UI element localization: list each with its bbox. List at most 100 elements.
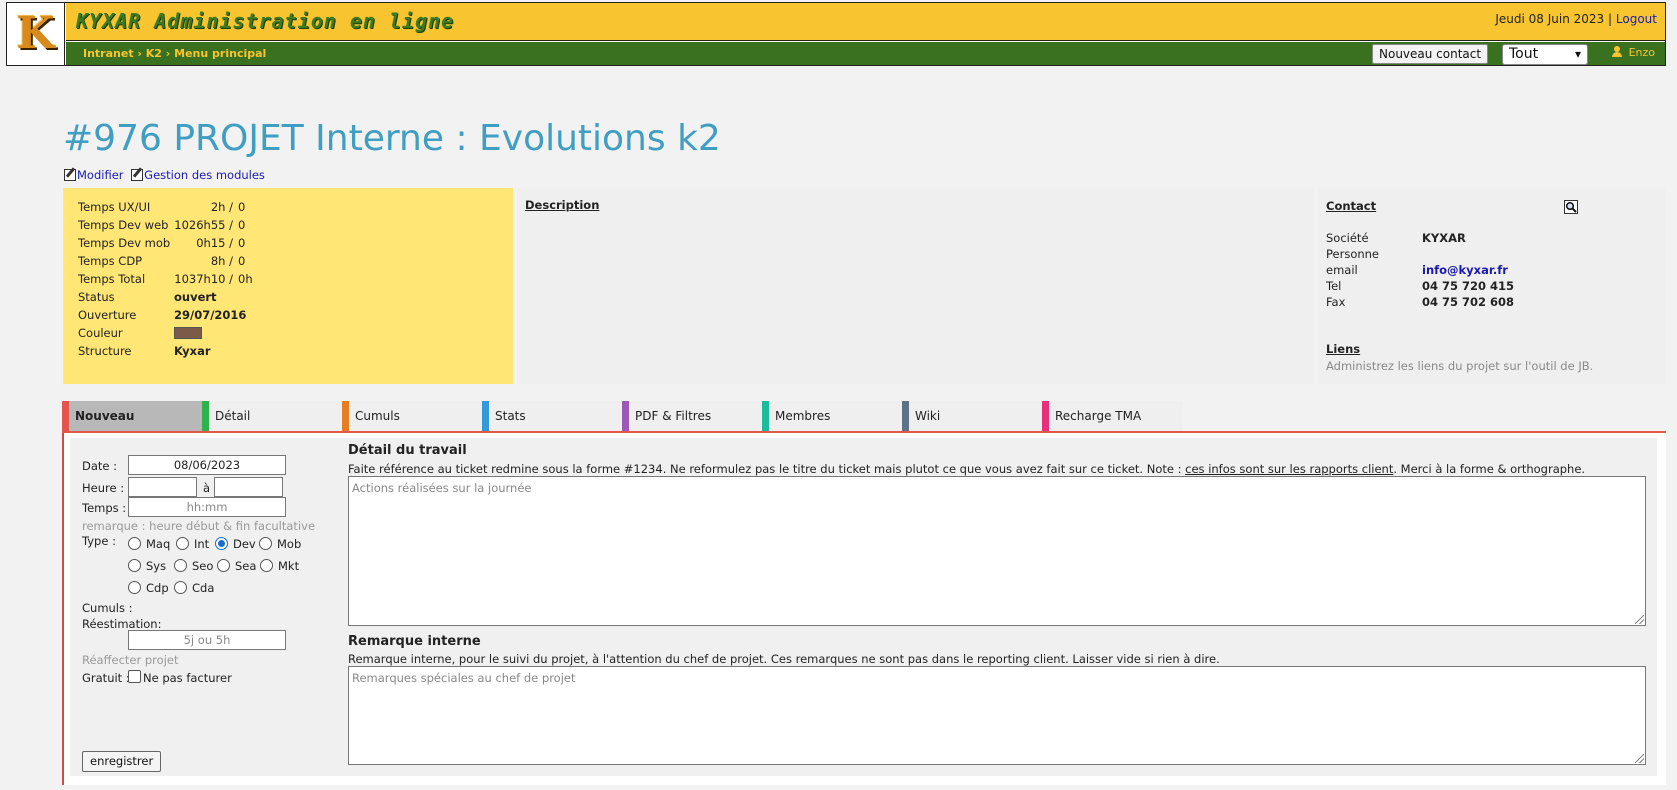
hour-separator: à <box>203 481 211 495</box>
radio-label: Sea <box>235 559 257 573</box>
radio-sys[interactable] <box>128 559 141 572</box>
radio-label: Seo <box>192 559 214 573</box>
contact-label: Société <box>1326 231 1369 245</box>
time-value: 1026h55 / <box>174 218 233 232</box>
user-icon <box>1612 46 1623 57</box>
radio-mob[interactable] <box>259 537 272 550</box>
user-menu[interactable]: Enzo <box>1612 46 1655 59</box>
time-label: Temps : <box>82 501 127 515</box>
radio-label: Mkt <box>278 559 300 573</box>
time-value: 1037h10 / <box>174 272 233 286</box>
edit-project-link[interactable]: Modifier <box>77 168 124 182</box>
radio-label: Int <box>194 537 210 551</box>
date-logout-area: Jeudi 08 Juin 2023 | Logout <box>1495 12 1657 26</box>
start-hour-field[interactable] <box>128 477 197 497</box>
app-header: K KYXAR Administration en ligne Jeudi 08… <box>6 2 1666 66</box>
no-bill-label: Ne pas facturer <box>143 671 232 685</box>
chevron-down-icon: ▾ <box>1574 47 1581 61</box>
cumuls-label: Cumuls : <box>82 601 133 615</box>
description-panel: Description <box>517 188 1314 384</box>
edit-icon[interactable] <box>131 169 144 181</box>
work-detail-textarea[interactable]: Actions réalisées sur la journée <box>348 476 1646 626</box>
time-spent: 0 <box>238 236 246 250</box>
logo-letter: K <box>16 8 55 59</box>
reestimation-field[interactable]: 5j ou 5h <box>128 630 286 650</box>
page-title: #976 PROJET Interne : Evolutions k2 <box>63 118 721 159</box>
links-text: Administrez les liens du projet sur l'ou… <box>1326 359 1594 373</box>
radio-mkt[interactable] <box>260 559 273 572</box>
time-label: Temps Dev mob <box>78 236 171 250</box>
no-bill-checkbox[interactable] <box>128 670 141 683</box>
color-swatch <box>174 327 202 339</box>
time-value: 8h / <box>210 254 233 268</box>
tab-pdf-filtres[interactable]: PDF & Filtres <box>622 401 762 431</box>
contact-label: Tel <box>1326 279 1342 293</box>
current-date: Jeudi 08 Juin 2023 <box>1495 12 1605 26</box>
contact-value: KYXAR <box>1422 231 1466 245</box>
radio-dev[interactable] <box>215 537 228 550</box>
time-spent: 0h <box>238 272 253 286</box>
search-icon[interactable] <box>1564 200 1578 214</box>
tab-wiki[interactable]: Wiki <box>902 401 1042 431</box>
work-detail-placeholder: Actions réalisées sur la journée <box>352 481 532 495</box>
filter-select[interactable]: Tout ▾ <box>1502 44 1588 65</box>
logo[interactable]: K <box>7 3 65 65</box>
radio-label: Cdp <box>146 581 169 595</box>
new-contact-button[interactable]: Nouveau contact <box>1372 44 1489 64</box>
logout-link[interactable]: Logout <box>1616 12 1657 26</box>
radio-label: Cda <box>192 581 215 595</box>
edit-icon[interactable] <box>64 169 76 181</box>
internal-remark-title: Remarque interne <box>348 634 481 649</box>
hour-remark: remarque : heure début & fin facultative <box>82 519 316 533</box>
project-actions: Modifier Gestion des modules <box>64 168 269 182</box>
internal-remark-textarea[interactable]: Remarques spéciales au chef de projet <box>348 666 1646 765</box>
module-management-link[interactable]: Gestion des modules <box>144 168 265 182</box>
contact-label: email <box>1326 263 1358 277</box>
opening-date: 29/07/2016 <box>174 308 247 322</box>
work-detail-description: Faite référence au ticket redmine sous l… <box>348 462 1585 476</box>
breadcrumb[interactable]: Intranet › K2 › Menu principal <box>83 47 266 60</box>
tab-nouveau[interactable]: Nouveau <box>62 401 202 431</box>
time-spent: 0 <box>238 218 246 232</box>
internal-remark-description: Remarque interne, pour le suivi du proje… <box>348 652 1220 666</box>
tab-recharge-tma[interactable]: Recharge TMA <box>1042 401 1182 431</box>
status-label: Status <box>78 290 115 304</box>
radio-seo[interactable] <box>174 559 187 572</box>
radio-maq[interactable] <box>128 537 141 550</box>
tab-cumuls[interactable]: Cumuls <box>342 401 482 431</box>
radio-int[interactable] <box>176 537 189 550</box>
top-bar: KYXAR Administration en ligne Jeudi 08 J… <box>66 3 1665 41</box>
contact-value: 04 75 720 415 <box>1422 279 1515 293</box>
reassign-project-link[interactable]: Réaffecter projet <box>82 653 178 667</box>
tab-stats[interactable]: Stats <box>482 401 622 431</box>
structure-value: Kyxar <box>174 344 211 358</box>
save-button[interactable]: enregistrer <box>82 751 162 772</box>
tab-membres[interactable]: Membres <box>762 401 902 431</box>
contact-email-link[interactable]: info@kyxar.fr <box>1422 263 1508 277</box>
time-label: Temps Total <box>78 272 146 286</box>
resize-grip-icon[interactable] <box>1635 615 1644 624</box>
separator: | <box>1608 12 1613 26</box>
entry-form: Date : 08/06/2023 Heure : à Temps : hh:m… <box>70 438 340 776</box>
resize-grip-icon[interactable] <box>1635 754 1644 763</box>
date-field[interactable]: 08/06/2023 <box>128 455 286 475</box>
description-title: Description <box>525 198 600 212</box>
radio-sea[interactable] <box>217 559 230 572</box>
date-label: Date : <box>82 459 118 473</box>
work-detail-area: Détail du travail Faite référence au tic… <box>339 438 1657 776</box>
nav-bar: Intranet › K2 › Menu principal Nouveau c… <box>66 42 1665 65</box>
time-field[interactable]: hh:mm <box>128 497 286 517</box>
opening-label: Ouverture <box>78 308 137 322</box>
end-hour-field[interactable] <box>214 477 283 497</box>
free-label: Gratuit : <box>82 671 130 685</box>
contact-value: 04 75 702 608 <box>1422 295 1515 309</box>
new-entry-panel: Date : 08/06/2023 Heure : à Temps : hh:m… <box>62 433 1666 785</box>
radio-cda[interactable] <box>174 581 187 594</box>
status-value: ouvert <box>174 290 217 304</box>
tab-detail[interactable]: Détail <box>202 401 342 431</box>
filter-select-value: Tout <box>1509 46 1539 62</box>
time-label: Temps UX/UI <box>78 200 151 214</box>
radio-cdp[interactable] <box>128 581 141 594</box>
time-label: Temps CDP <box>78 254 143 268</box>
hour-label: Heure : <box>82 481 125 495</box>
